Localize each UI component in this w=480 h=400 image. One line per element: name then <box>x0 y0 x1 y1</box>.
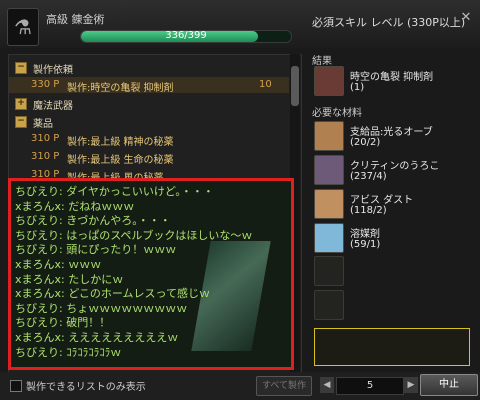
empty-material-slot <box>314 256 344 286</box>
recipe-category-row[interactable]: − 製作依頼 <box>9 59 289 76</box>
recipe-category-label: 薬品 <box>33 119 53 130</box>
craftable-only-label: 製作できるリストのみ表示 <box>26 382 146 393</box>
recipe-row[interactable]: 310 P 製作:最上級 精神の秘薬 <box>9 131 289 148</box>
material-row: クリティンのうろこ (237/4) <box>312 154 470 186</box>
material-row: 溶媒剤 (59/1) <box>312 222 470 254</box>
recipe-label: 製作:最上級 生命の秘薬 <box>67 155 174 166</box>
skill-progress-bar: 336/399 <box>80 30 292 43</box>
chat-message: xまろんx: たしかにｗ <box>15 272 124 286</box>
chat-message: ちびえり: 頭にぴったり！ｗｗｗ <box>15 243 177 257</box>
chat-message: ちびえり: ちょｗｗｗｗｗｗｗｗｗ <box>15 301 188 315</box>
craft-all-button[interactable]: すべて製作 <box>256 376 312 396</box>
result-item-icon[interactable] <box>314 66 344 96</box>
expand-icon[interactable]: + <box>15 98 27 110</box>
chat-message: xまろんx: ｗｗｗ <box>15 258 102 271</box>
quantity-increase-button[interactable]: ▶ <box>404 377 418 393</box>
recipe-points: 310 P <box>31 151 60 162</box>
collapse-icon[interactable]: − <box>15 116 27 128</box>
stop-button[interactable]: 中止 <box>420 374 478 396</box>
skill-progress-text: 336/399 <box>165 30 207 41</box>
recipe-points: 310 P <box>31 133 60 144</box>
material-count: (20/2) <box>350 137 381 148</box>
chat-message: ちびえり: 破門！！ <box>15 316 111 330</box>
recipe-count: 10 <box>259 79 272 90</box>
material-name: アビス ダスト <box>350 195 414 206</box>
material-icon[interactable] <box>314 189 344 219</box>
recipe-category-label: 魔法武器 <box>33 101 73 112</box>
recipe-row[interactable]: 330 P 製作:時空の亀裂 抑制剤 10 <box>9 77 289 94</box>
quantity-input[interactable]: 5 <box>336 377 404 395</box>
recipe-category-row[interactable]: − 薬品 <box>9 113 289 130</box>
scrollbar-thumb[interactable] <box>291 66 299 106</box>
recipe-label: 製作:時空の亀裂 抑制剤 <box>67 83 174 94</box>
chat-overlay: ちびえり: ダイヤかっこいいけど。・・・ xまろんx: だねねｗｗｗ ちびえり: き… <box>8 178 294 370</box>
material-name: 支給品:光るオーブ <box>350 127 433 138</box>
chat-message: ちびえり: きづかんやろ。・・・ <box>15 214 171 228</box>
result-item-name: 時空の亀裂 抑制剤 <box>350 72 434 83</box>
material-icon[interactable] <box>314 155 344 185</box>
material-name: クリティンのうろこ <box>350 161 440 172</box>
collapse-icon[interactable]: − <box>15 62 27 74</box>
materials-list: 支給品:光るオーブ (20/2) クリティンのうろこ (237/4) アビス ダスト (1… <box>312 114 470 324</box>
detail-box <box>314 328 470 366</box>
recipe-category-label: 製作依頼 <box>33 65 73 76</box>
material-row: 支給品:光るオーブ (20/2) <box>312 120 470 152</box>
result-item-count: (1) <box>350 82 365 93</box>
material-count: (59/1) <box>350 239 381 250</box>
chat-message: xまろんx: えええええええええｗ <box>15 331 179 344</box>
chat-message: ちびえり: ダイヤかっこいいけど。・・・ <box>15 185 214 198</box>
material-icon[interactable] <box>314 121 344 151</box>
quantity-decrease-button[interactable]: ◀ <box>320 377 334 393</box>
close-icon[interactable]: ✕ <box>458 10 474 26</box>
material-row: アビス ダスト (118/2) <box>312 188 470 220</box>
chat-message: xまろんx: どこのホームレスって感じｗ <box>15 287 211 301</box>
material-count: (237/4) <box>350 171 387 182</box>
chat-message: ちびえり: ｺﾗｺﾗｺﾗｺﾗｗ <box>15 345 122 359</box>
chat-message: xまろんx: だねねｗｗｗ <box>15 199 135 213</box>
recipe-label: 製作:最上級 精神の秘薬 <box>67 137 174 148</box>
material-count: (118/2) <box>350 205 387 216</box>
result-item: 時空の亀裂 抑制剤 (1) <box>312 62 470 104</box>
alchemy-flask-icon: ⚗ <box>7 8 39 46</box>
empty-material-slot <box>314 290 344 320</box>
recipe-row[interactable]: 310 P 製作:最上級 生命の秘薬 <box>9 149 289 166</box>
material-icon[interactable] <box>314 223 344 253</box>
skill-name: 高級 錬金術 <box>46 13 105 26</box>
required-skill-level: 必須スキル レベル (330P以上) <box>312 16 466 29</box>
recipe-category-row[interactable]: + 魔法武器 <box>9 95 289 112</box>
chat-message: ちびえり: はっぱのスペルブックはほしいな～ｗ <box>15 228 253 242</box>
recipe-points: 330 P <box>31 79 60 90</box>
craftable-only-checkbox[interactable] <box>10 380 22 392</box>
material-name: 溶媒剤 <box>350 229 380 240</box>
